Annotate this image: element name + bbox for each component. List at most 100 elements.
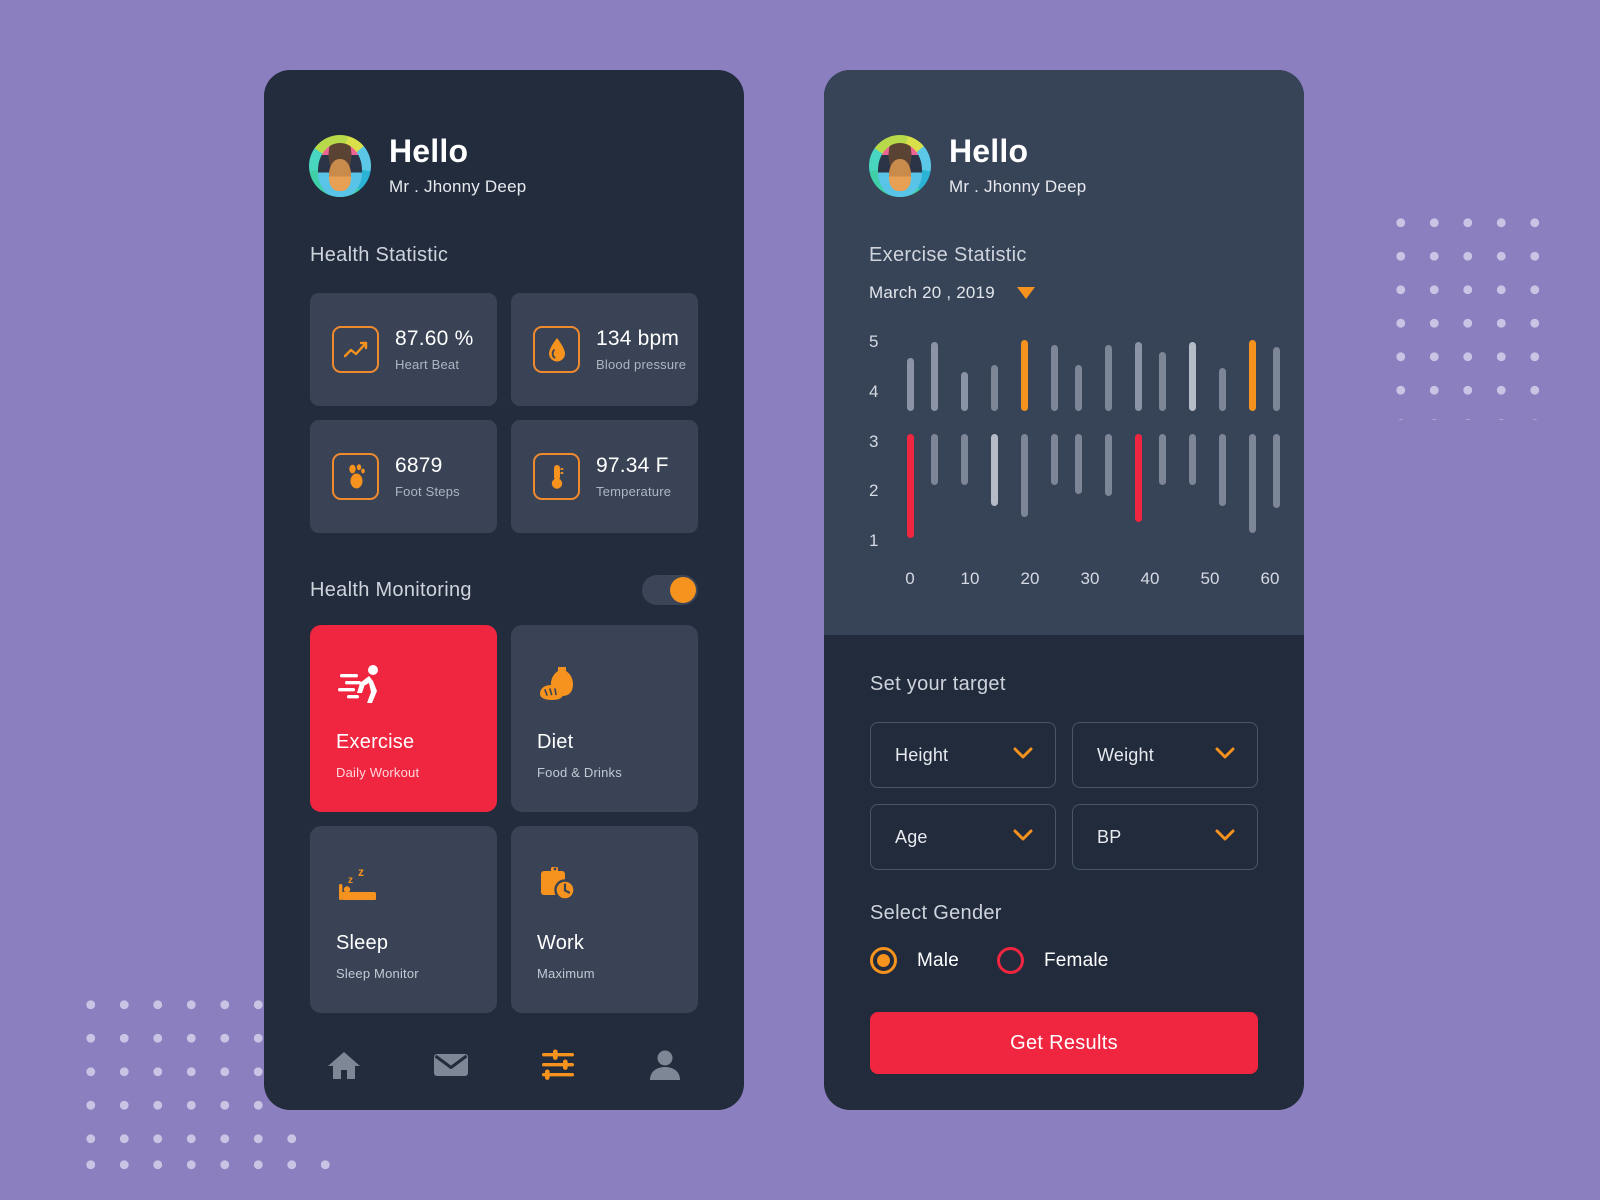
monitoring-card-work[interactable]: Work Maximum <box>511 826 698 1014</box>
dropdown-label: Weight <box>1097 744 1154 765</box>
chart-x-tick: 50 <box>1200 569 1220 589</box>
chart-x-axis: 0 10 20 30 40 50 60 <box>905 569 1288 593</box>
svg-text:z: z <box>358 865 364 879</box>
chart-y-tick: 3 <box>869 431 879 451</box>
chart-bar-segment <box>960 372 968 412</box>
chart-bar-segment <box>1134 342 1142 412</box>
dropdown-label: Height <box>895 744 949 765</box>
bread-jar-icon <box>537 667 583 709</box>
chart-bar-segment <box>1158 351 1166 412</box>
thermometer-icon <box>533 453 580 501</box>
dropdown-label: Age <box>895 826 928 847</box>
username-text: Mr . Jhonny Deep <box>949 177 1087 197</box>
chart-x-tick: 20 <box>1020 569 1040 589</box>
chart-bar-segment <box>1020 340 1028 412</box>
username-text: Mr . Jhonny Deep <box>389 177 527 197</box>
health-monitoring-grid: Exercise Daily Workout Diet Food & Drink… <box>264 625 744 1014</box>
chart-bar-segment <box>1104 434 1112 497</box>
avatar[interactable] <box>869 134 931 197</box>
chart-bar-segment <box>1104 344 1112 412</box>
chart-bar-segment <box>1248 434 1256 534</box>
dropdown-weight[interactable]: Weight <box>1072 722 1258 789</box>
set-target-panel: Set your target Height Weight Age BP Sel… <box>824 635 1304 1075</box>
radio-female[interactable] <box>996 947 1024 975</box>
stat-card-temperature[interactable]: 97.34 F Temperature <box>511 420 698 534</box>
gender-radio-group: Male Female <box>870 947 1258 975</box>
chart-bar-segment <box>1218 367 1226 412</box>
chart-x-tick: 30 <box>1080 569 1100 589</box>
stat-label: Temperature <box>596 484 672 500</box>
svg-text:z: z <box>348 875 353 886</box>
avatar[interactable] <box>309 134 371 197</box>
target-dropdown-grid: Height Weight Age BP <box>870 722 1258 871</box>
radio-male[interactable] <box>870 947 897 975</box>
chart-bar-segment <box>1188 434 1196 485</box>
date-text: March 20 , 2019 <box>869 283 995 303</box>
stat-label: Foot Steps <box>395 484 460 500</box>
chevron-down-icon <box>1215 828 1235 846</box>
footprint-icon <box>332 453 379 501</box>
briefcase-clock-icon <box>537 867 581 910</box>
health-statistic-title: Health Statistic <box>310 244 449 267</box>
monitoring-card-sub: Daily Workout <box>336 765 420 781</box>
chart-bar-segment <box>990 434 998 506</box>
nav-profile-button[interactable] <box>637 1044 693 1090</box>
monitoring-card-exercise[interactable]: Exercise Daily Workout <box>310 625 497 813</box>
left-phone-screen: Hello Mr . Jhonny Deep Health Statistic … <box>264 70 744 1110</box>
chart-bar-segment <box>960 434 968 485</box>
radio-male-label: Male <box>917 949 959 971</box>
chart-plot-area <box>906 333 1288 549</box>
chevron-down-icon <box>1013 746 1033 764</box>
sliders-icon <box>540 1048 576 1087</box>
background-dot-pattern-top-right <box>1378 200 1560 420</box>
stat-value: 87.60 % <box>395 327 474 351</box>
chart-x-tick: 40 <box>1140 569 1160 589</box>
exercise-statistic-panel: Hello Mr . Jhonny Deep Exercise Statisti… <box>824 70 1304 636</box>
chart-bar-segment <box>1074 434 1082 495</box>
radio-male-fill <box>877 954 890 968</box>
health-monitoring-title: Health Monitoring <box>310 578 472 601</box>
monitoring-card-sub: Sleep Monitor <box>336 966 419 982</box>
chevron-down-icon <box>1013 828 1033 846</box>
greeting-text: Hello <box>389 133 469 169</box>
stat-card-heart-beat[interactable]: 87.60 % Heart Beat <box>310 293 497 407</box>
stat-value: 97.34 F <box>596 454 669 478</box>
monitoring-card-name: Exercise <box>336 731 415 754</box>
dropdown-age[interactable]: Age <box>870 804 1056 871</box>
stat-value: 6879 <box>395 454 443 478</box>
sleeping-bed-icon: z z <box>336 865 386 910</box>
monitoring-card-name: Diet <box>537 731 574 754</box>
chart-bar-segment <box>930 342 938 412</box>
chart-bar-segment <box>930 434 938 485</box>
dropdown-label: BP <box>1097 826 1122 847</box>
monitoring-card-sleep[interactable]: z z Sleep Sleep Monitor <box>310 826 497 1014</box>
right-phone-screen: Hello Mr . Jhonny Deep Exercise Statisti… <box>824 70 1304 1110</box>
select-gender-title: Select Gender <box>870 902 1002 925</box>
dropdown-bp[interactable]: BP <box>1072 804 1258 871</box>
stat-card-foot-steps[interactable]: 6879 Foot Steps <box>310 420 497 534</box>
monitoring-card-name: Work <box>537 932 585 955</box>
background-dot-pattern-bottom-strip <box>68 1142 353 1178</box>
chart-bar-segment <box>1248 340 1256 412</box>
chart-bar-segment <box>906 434 914 538</box>
nav-settings-button[interactable] <box>530 1044 586 1090</box>
monitoring-card-name: Sleep <box>336 932 389 955</box>
set-target-title: Set your target <box>870 673 1006 696</box>
health-monitoring-toggle[interactable] <box>642 575 698 606</box>
get-results-button[interactable]: Get Results <box>870 1012 1258 1075</box>
stat-card-blood-pressure[interactable]: 134 bpm Blood pressure <box>511 293 698 407</box>
home-icon <box>326 1049 362 1086</box>
chart-y-tick: 5 <box>869 332 879 352</box>
chart-bar-segment <box>1050 434 1058 485</box>
chart-bar-segment <box>1272 346 1280 412</box>
date-selector[interactable]: March 20 , 2019 <box>824 283 1304 303</box>
dropdown-height[interactable]: Height <box>870 722 1056 789</box>
toggle-knob <box>670 577 696 604</box>
chart-x-tick: 60 <box>1260 569 1280 589</box>
monitoring-card-diet[interactable]: Diet Food & Drinks <box>511 625 698 813</box>
nav-home-button[interactable] <box>316 1044 372 1090</box>
nav-mail-button[interactable] <box>423 1044 479 1090</box>
radio-female-label: Female <box>1043 949 1109 971</box>
person-icon <box>648 1049 682 1086</box>
stat-label: Heart Beat <box>395 357 460 373</box>
